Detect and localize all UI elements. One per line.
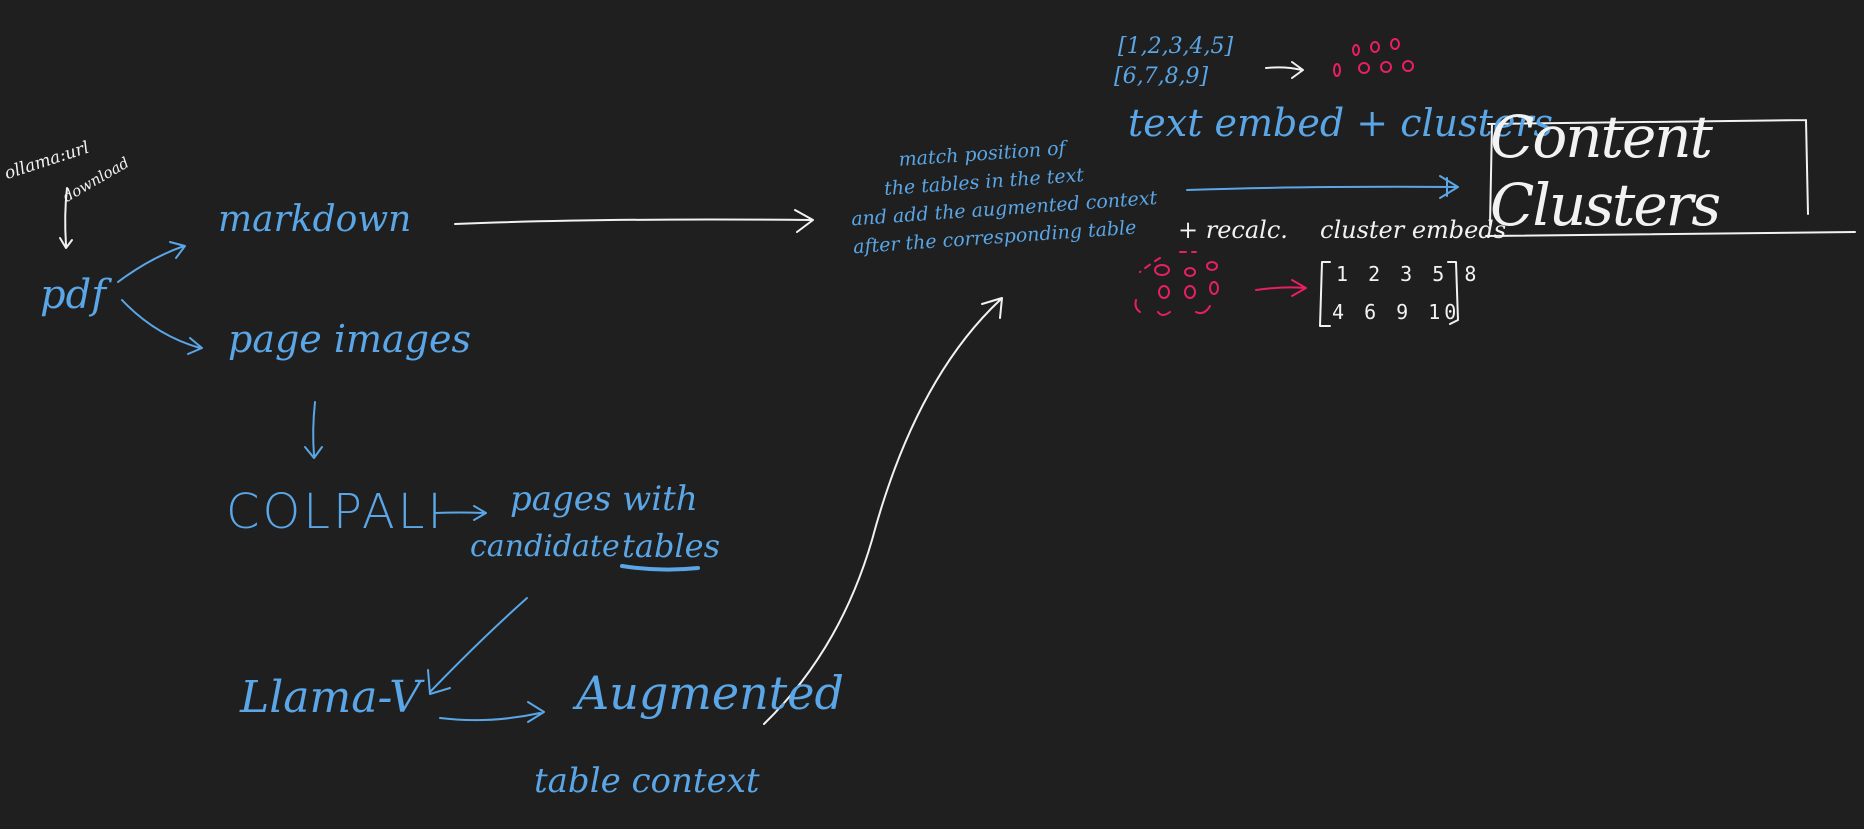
pdf-to-markdown-arrow — [117, 241, 186, 283]
whiteboard-canvas: ollama:url download pdf markdown page im… — [0, 0, 1864, 829]
vectors-to-dots-arrow — [1265, 61, 1304, 79]
llama-to-augmented-arrow — [439, 701, 545, 723]
cluster-vector-1: 1 2 3 5 8 — [1336, 262, 1481, 286]
recalc-label: + recalc. — [1178, 216, 1288, 244]
markdown-label: markdown — [218, 199, 412, 240]
markdown-to-note-arrow — [454, 209, 814, 233]
pages-with-label: pages with — [510, 479, 698, 519]
pdf-label: pdf — [40, 272, 107, 318]
page-images-label: page images — [228, 317, 472, 361]
match-note: match position of the tables in the text… — [846, 131, 1158, 262]
augmented-label: Augmented — [576, 666, 844, 720]
recalc-cluster — [1134, 251, 1219, 316]
colpali-label: COLPALI — [226, 484, 445, 540]
tables-underline — [620, 564, 700, 572]
pages-to-llama-arrow — [427, 597, 528, 695]
candidate-label: candidate — [470, 529, 620, 564]
tables-label: tables — [622, 527, 721, 565]
clusters-to-box-arrow — [1186, 175, 1459, 199]
cluster-dots-top — [1333, 38, 1414, 77]
content-clusters-title: Content Clusters — [1490, 103, 1721, 239]
cluster-embeds-label: cluster embeds — [1320, 216, 1507, 244]
vector-line-1: [1,2,3,4,5] — [1118, 34, 1234, 59]
pdf-to-page-images-arrow — [121, 299, 203, 355]
augmented-to-note-arrow — [763, 297, 1003, 725]
page-images-to-colpali-arrow — [304, 401, 323, 459]
llama-v-label: Llama-V — [240, 672, 421, 723]
recalc-to-embeds-arrow — [1255, 279, 1307, 297]
table-context-label: table context — [534, 761, 760, 801]
cluster-vector-2: 4 6 9 10 — [1332, 300, 1461, 324]
vector-line-2: [6,7,8,9] — [1114, 64, 1209, 89]
